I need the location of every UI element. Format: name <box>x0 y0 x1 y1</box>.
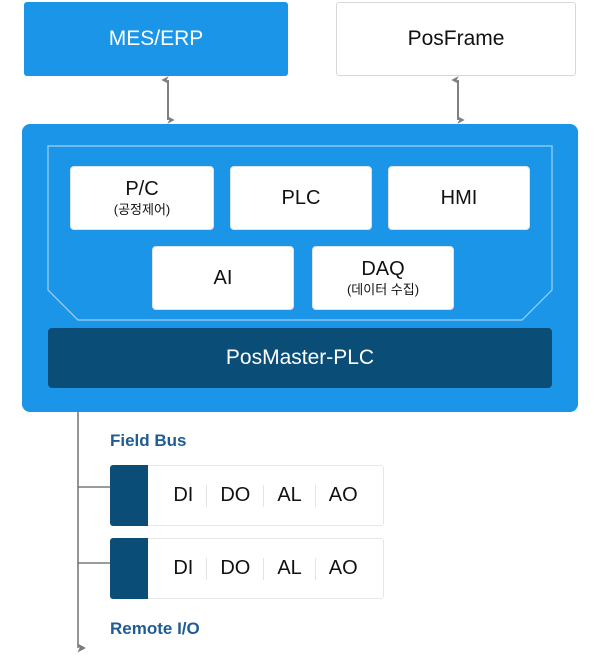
module-daq[interactable]: DAQ (데이터 수집) <box>312 246 454 310</box>
node-posframe[interactable]: PosFrame <box>336 2 576 76</box>
module-plc-title: PLC <box>281 186 321 209</box>
io-cell-do[interactable]: DO <box>207 557 263 580</box>
io-module-2-tab <box>110 538 148 599</box>
module-ai-title: AI <box>213 266 233 289</box>
io-module-1[interactable]: DI DO AL AO <box>110 465 384 526</box>
module-ai[interactable]: AI <box>152 246 294 310</box>
module-hmi-title: HMI <box>440 186 478 209</box>
module-pc-title: P/C <box>125 178 159 201</box>
node-posframe-label: PosFrame <box>407 26 505 50</box>
io-cell-di[interactable]: DI <box>160 557 206 580</box>
module-daq-subtitle: (데이터 수집) <box>346 282 420 298</box>
io-cell-ao[interactable]: AO <box>316 557 371 580</box>
module-pc[interactable]: P/C (공정제어) <box>70 166 214 230</box>
module-plc[interactable]: PLC <box>230 166 372 230</box>
node-posmaster-plc[interactable]: PosMaster-PLC <box>48 328 552 388</box>
module-pc-subtitle: (공정제어) <box>113 202 171 218</box>
architecture-diagram: MES/ERP PosFrame P/C (공정제어) PLC HMI AI D… <box>0 0 600 660</box>
io-module-1-body: DI DO AL AO <box>148 465 384 526</box>
io-cell-al[interactable]: AL <box>264 557 314 580</box>
module-daq-title: DAQ <box>361 258 405 281</box>
io-module-1-tab <box>110 465 148 526</box>
connector-branch-1 <box>77 412 112 488</box>
node-mes-erp-label: MES/ERP <box>108 26 204 50</box>
node-mes-erp[interactable]: MES/ERP <box>24 2 288 76</box>
node-posmaster-plc-label: PosMaster-PLC <box>225 346 375 369</box>
io-cell-ao[interactable]: AO <box>316 484 371 507</box>
connector-branch-2 <box>77 506 112 564</box>
io-module-2[interactable]: DI DO AL AO <box>110 538 384 599</box>
io-module-2-body: DI DO AL AO <box>148 538 384 599</box>
label-remote-io: Remote I/O <box>110 619 200 638</box>
io-cell-di[interactable]: DI <box>160 484 206 507</box>
module-hmi[interactable]: HMI <box>388 166 530 230</box>
io-cell-do[interactable]: DO <box>207 484 263 507</box>
label-field-bus: Field Bus <box>110 431 187 450</box>
io-cell-al[interactable]: AL <box>264 484 314 507</box>
